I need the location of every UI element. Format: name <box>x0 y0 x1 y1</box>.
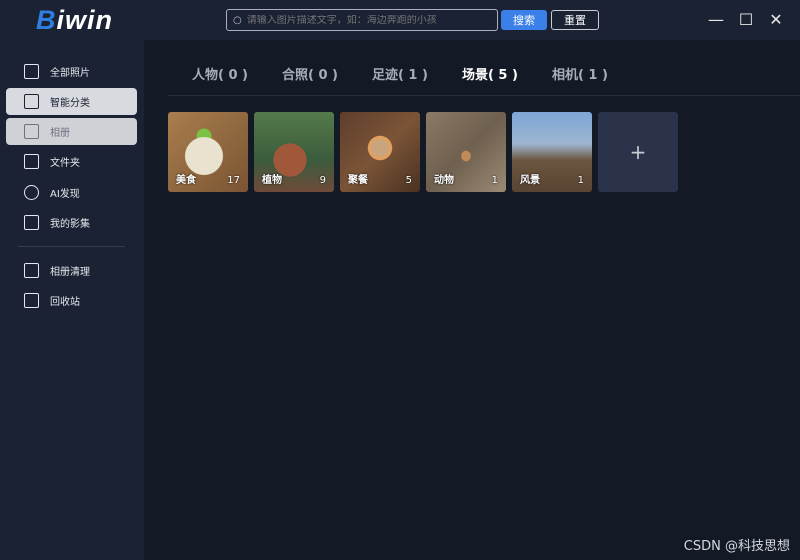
search-button[interactable]: 搜索 <box>501 10 547 30</box>
tile-label: 植物 <box>262 175 282 186</box>
search-box[interactable]: ○ <box>226 9 498 31</box>
album-icon <box>24 124 39 139</box>
close-button[interactable]: ✕ <box>766 10 786 30</box>
scene-tile-dining[interactable]: 聚餐 5 <box>340 112 420 192</box>
minimize-button[interactable]: — <box>706 10 726 30</box>
tile-label: 聚餐 <box>348 175 368 186</box>
tile-count: 1 <box>491 175 498 186</box>
sidebar-item-label: 相册 <box>50 128 70 139</box>
tab-group-photos[interactable]: 合照( 0 ) <box>282 64 338 83</box>
play-icon <box>24 215 39 230</box>
scene-tile-food[interactable]: 美食 17 <box>168 112 248 192</box>
plus-icon: + <box>629 140 647 164</box>
title-bar: Biwin ○ 搜索 重置 — ☐ ✕ <box>0 0 800 40</box>
add-scene-button[interactable]: + <box>598 112 678 192</box>
reset-button[interactable]: 重置 <box>551 10 599 30</box>
sidebar-item-label: 我的影集 <box>50 219 90 230</box>
sidebar-item-my-videos[interactable]: 我的影集 <box>6 209 137 236</box>
sidebar: 全部照片 智能分类 相册 文件夹 AI发现 我的影集 相册清理 回收站 <box>0 40 144 560</box>
sidebar-item-all-photos[interactable]: 全部照片 <box>6 58 137 85</box>
tab-cameras[interactable]: 相机( 1 ) <box>552 64 608 83</box>
tab-people[interactable]: 人物( 0 ) <box>192 64 248 83</box>
tile-count: 5 <box>405 175 412 186</box>
sidebar-item-smart-categories[interactable]: 智能分类 <box>6 88 137 115</box>
tab-footprints[interactable]: 足迹( 1 ) <box>372 64 428 83</box>
sidebar-item-album-cleanup[interactable]: 相册清理 <box>6 257 137 284</box>
tile-count: 9 <box>319 175 326 186</box>
tile-label: 动物 <box>434 175 454 186</box>
sidebar-item-label: 全部照片 <box>50 68 90 79</box>
grid-icon <box>24 94 39 109</box>
tile-label: 美食 <box>176 175 196 186</box>
scene-tile-scenery[interactable]: 风景 1 <box>512 112 592 192</box>
watermark: CSDN @科技思想 <box>683 539 790 554</box>
main-panel: 人物( 0 ) 合照( 0 ) 足迹( 1 ) 场景( 5 ) 相机( 1 ) … <box>144 40 800 560</box>
scene-tile-animals[interactable]: 动物 1 <box>426 112 506 192</box>
ai-icon <box>24 185 39 200</box>
sidebar-item-albums[interactable]: 相册 <box>6 118 137 145</box>
search-input[interactable] <box>246 14 487 26</box>
tile-count: 17 <box>227 175 240 186</box>
search-icon: ○ <box>233 14 242 26</box>
category-tabs: 人物( 0 ) 合照( 0 ) 足迹( 1 ) 场景( 5 ) 相机( 1 ) <box>192 64 642 83</box>
tile-label: 风景 <box>520 175 540 186</box>
sidebar-item-ai-discover[interactable]: AI发现 <box>6 179 137 206</box>
maximize-button[interactable]: ☐ <box>736 10 756 30</box>
sidebar-divider <box>18 246 125 247</box>
trash-icon <box>24 293 39 308</box>
folder-icon <box>24 154 39 169</box>
photo-icon <box>24 64 39 79</box>
sidebar-item-label: AI发现 <box>50 189 80 200</box>
scene-grid: 美食 17 植物 9 聚餐 5 动物 1 风景 1 + <box>168 112 678 192</box>
sidebar-item-label: 相册清理 <box>50 267 90 278</box>
sidebar-item-recycle-bin[interactable]: 回收站 <box>6 287 137 314</box>
sidebar-item-label: 智能分类 <box>50 98 90 109</box>
scene-tile-plants[interactable]: 植物 9 <box>254 112 334 192</box>
sidebar-item-label: 回收站 <box>50 297 80 308</box>
sidebar-item-folders[interactable]: 文件夹 <box>6 148 137 175</box>
tile-count: 1 <box>577 175 584 186</box>
sidebar-item-label: 文件夹 <box>50 158 80 169</box>
image-icon <box>24 263 39 278</box>
tab-divider <box>168 95 800 96</box>
app-logo: Biwin <box>36 5 113 35</box>
tab-scenes[interactable]: 场景( 5 ) <box>462 64 518 83</box>
